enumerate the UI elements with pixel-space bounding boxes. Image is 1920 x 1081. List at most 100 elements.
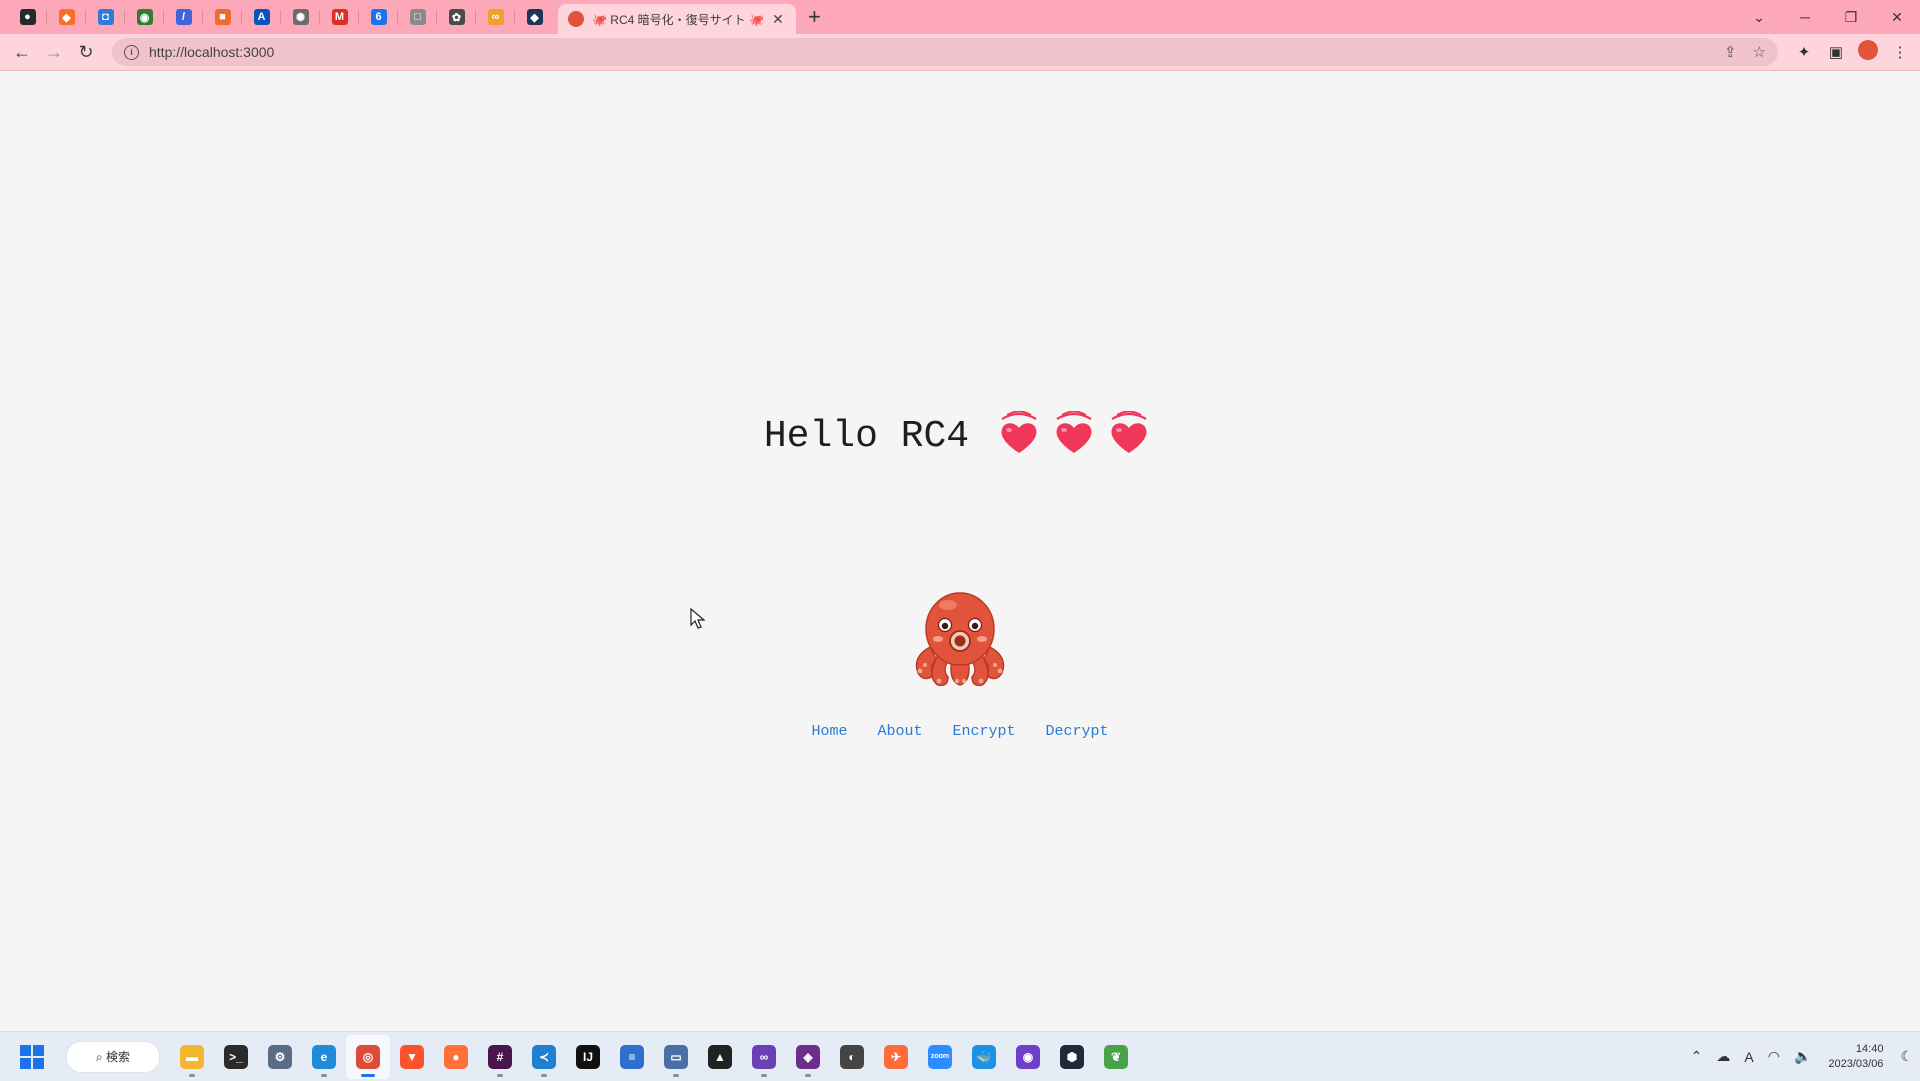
pinned-tab[interactable]: □	[398, 0, 437, 34]
pinned-tab[interactable]: M	[320, 0, 359, 34]
taskbar-apps: ▬ >_ ⚙ e ◎ ▼ ● # ≺ IJ ≡ ▭ ▲ ∞ ◈ ◐ ✈ zoom 🐳 ◉ ⬢ ❦	[170, 1034, 1138, 1079]
pinned-tab[interactable]: ◆	[47, 0, 86, 34]
clock-time: 14:40	[1855, 1042, 1884, 1055]
taskbar-app[interactable]: ▲	[698, 1035, 742, 1079]
share-icon[interactable]: ⇪	[1724, 43, 1737, 61]
pinned-tab[interactable]: ◉	[125, 0, 164, 34]
bookmark-star-icon[interactable]: ☆	[1753, 43, 1766, 61]
mouse-cursor-icon	[690, 608, 706, 629]
pinned-tab[interactable]: ●	[8, 0, 47, 34]
taskbar-app[interactable]: IJ	[566, 1035, 610, 1079]
pinned-tab[interactable]: ∞	[476, 0, 515, 34]
pinned-tab[interactable]: ✺	[281, 0, 320, 34]
windows-taskbar: ⌕ 検索 ▬ >_ ⚙ e ◎ ▼ ● # ≺ IJ ≡ ▭ ▲ ∞ ◈ ◐ ✈ zoom 🐳 ◉ ⬢ ❦ ⌃ ☁ A ◠…	[0, 1031, 1920, 1081]
taskbar-app[interactable]: ▼	[390, 1035, 434, 1079]
intellij-icon: IJ	[576, 1044, 600, 1069]
taskbar-app[interactable]: ●	[434, 1035, 478, 1079]
extensions-icon[interactable]: ✦	[1788, 43, 1820, 61]
site-info-icon[interactable]: i	[124, 44, 139, 60]
taskbar-app[interactable]: >_	[214, 1035, 258, 1079]
zoom-icon: zoom	[928, 1044, 952, 1069]
taskbar-app[interactable]: ⬢	[1050, 1035, 1094, 1079]
taskbar-app[interactable]: ◉	[1006, 1035, 1050, 1079]
active-tab-title: 🐙 RC4 暗号化・復号サイト 🐙	[592, 12, 764, 27]
chatgpt-icon: ✺	[292, 9, 309, 25]
taskbar-app[interactable]: ▬	[170, 1035, 214, 1079]
taskbar-app[interactable]: ◎	[346, 1034, 390, 1079]
window-close-icon[interactable]: ✕	[1874, 9, 1920, 26]
pinned-tab[interactable]: A	[242, 0, 281, 34]
taskbar-search-box[interactable]: ⌕ 検索	[66, 1040, 160, 1073]
git-tool-icon: ◈	[796, 1044, 820, 1069]
clock-date: 2023/03/06	[1828, 1057, 1884, 1070]
beating-heart-icon	[1046, 410, 1101, 461]
taskbar-app[interactable]: e	[302, 1035, 346, 1079]
volume-icon[interactable]: 🔈	[1794, 1048, 1811, 1065]
gitlab-icon: ◆	[58, 9, 75, 25]
pinned-tab[interactable]: 6	[359, 0, 398, 34]
ime-indicator-icon[interactable]: A	[1744, 1049, 1753, 1065]
window-controls: ⌄ ─ ❐ ✕	[1736, 0, 1920, 34]
taskbar-app[interactable]: ◐	[830, 1035, 874, 1079]
forward-icon[interactable]: →	[38, 42, 70, 63]
github-desktop-icon: ◉	[1016, 1044, 1040, 1069]
docker-icon: 🐳	[972, 1044, 996, 1069]
clock[interactable]: 14:40 2023/03/06	[1828, 1042, 1883, 1072]
side-panel-icon[interactable]: ▣	[1820, 43, 1852, 61]
active-tab[interactable]: 🐙 RC4 暗号化・復号サイト 🐙 ✕	[558, 4, 796, 34]
taskbar-app[interactable]: ≡	[610, 1035, 654, 1079]
taskbar-app[interactable]: zoom	[918, 1035, 962, 1079]
onedrive-icon[interactable]: ☁	[1716, 1048, 1730, 1065]
notion-icon: □	[409, 9, 426, 25]
pinned-tab[interactable]: ◘	[86, 0, 125, 34]
file-explorer-icon: ▬	[180, 1044, 204, 1069]
nav-link-about[interactable]: About	[877, 723, 922, 740]
new-tab-button[interactable]: +	[808, 0, 821, 34]
start-button-icon[interactable]	[20, 1044, 44, 1069]
taskbar-app[interactable]: ⚙	[258, 1035, 302, 1079]
url-text[interactable]: http://localhost:3000	[149, 44, 1708, 60]
nav-link-decrypt[interactable]: Decrypt	[1046, 723, 1109, 740]
hearts-row	[991, 410, 1156, 461]
address-bar[interactable]: i http://localhost:3000 ⇪ ☆	[112, 38, 1778, 66]
taskbar-app[interactable]: #	[478, 1035, 522, 1079]
minimize-icon[interactable]: ─	[1782, 9, 1828, 25]
nav-link-encrypt[interactable]: Encrypt	[953, 723, 1016, 740]
site-nav: Home About Encrypt Decrypt	[0, 723, 1920, 740]
azure-devops-icon: ◘	[97, 9, 114, 25]
beating-heart-icon	[991, 410, 1046, 461]
back-icon[interactable]: ←	[6, 42, 38, 63]
pinned-tab[interactable]: ✿	[437, 0, 476, 34]
taskbar-app[interactable]: 🐳	[962, 1035, 1006, 1079]
taskbar-app[interactable]: ✈	[874, 1035, 918, 1079]
profile-avatar[interactable]	[1852, 40, 1884, 64]
wifi-icon[interactable]: ◠	[1768, 1048, 1780, 1065]
pinned-tab[interactable]: /	[164, 0, 203, 34]
pinned-tab[interactable]: ◆	[515, 0, 554, 34]
atlassian-icon: A	[253, 9, 270, 25]
firefox-icon: ●	[444, 1044, 468, 1069]
pinned-tab[interactable]: ■	[203, 0, 242, 34]
reload-icon[interactable]: ↻	[70, 42, 102, 63]
openai-icon: ✿	[448, 9, 465, 25]
focus-assist-icon[interactable]: ☾	[1900, 1048, 1913, 1065]
restore-icon[interactable]: ❐	[1828, 9, 1874, 26]
vscode-icon: ≺	[532, 1044, 556, 1069]
circle-logo-icon: ◉	[136, 9, 153, 25]
taskbar-app[interactable]: ≺	[522, 1035, 566, 1079]
mongodb-icon: ❦	[1104, 1044, 1128, 1069]
tab-search-icon[interactable]: ⌄	[1736, 9, 1782, 26]
taskbar-app[interactable]: ❦	[1094, 1035, 1138, 1079]
nav-link-home[interactable]: Home	[811, 723, 847, 740]
taskbar-app[interactable]: ▭	[654, 1035, 698, 1079]
taskbar-app[interactable]: ◈	[786, 1035, 830, 1079]
link-icon: ∞	[487, 9, 504, 25]
close-tab-icon[interactable]: ✕	[770, 11, 786, 28]
tray-overflow-icon[interactable]: ⌃	[1691, 1048, 1703, 1065]
browser-toolbar: ← → ↻ i http://localhost:3000 ⇪ ☆ ✦ ▣ ⋮	[0, 34, 1920, 71]
brave-icon: ▼	[400, 1044, 424, 1069]
taskbar-app[interactable]: ∞	[742, 1035, 786, 1079]
chrome-menu-icon[interactable]: ⋮	[1884, 43, 1916, 61]
heading-text: Hello RC4	[763, 414, 970, 458]
slack-icon: #	[488, 1044, 512, 1069]
